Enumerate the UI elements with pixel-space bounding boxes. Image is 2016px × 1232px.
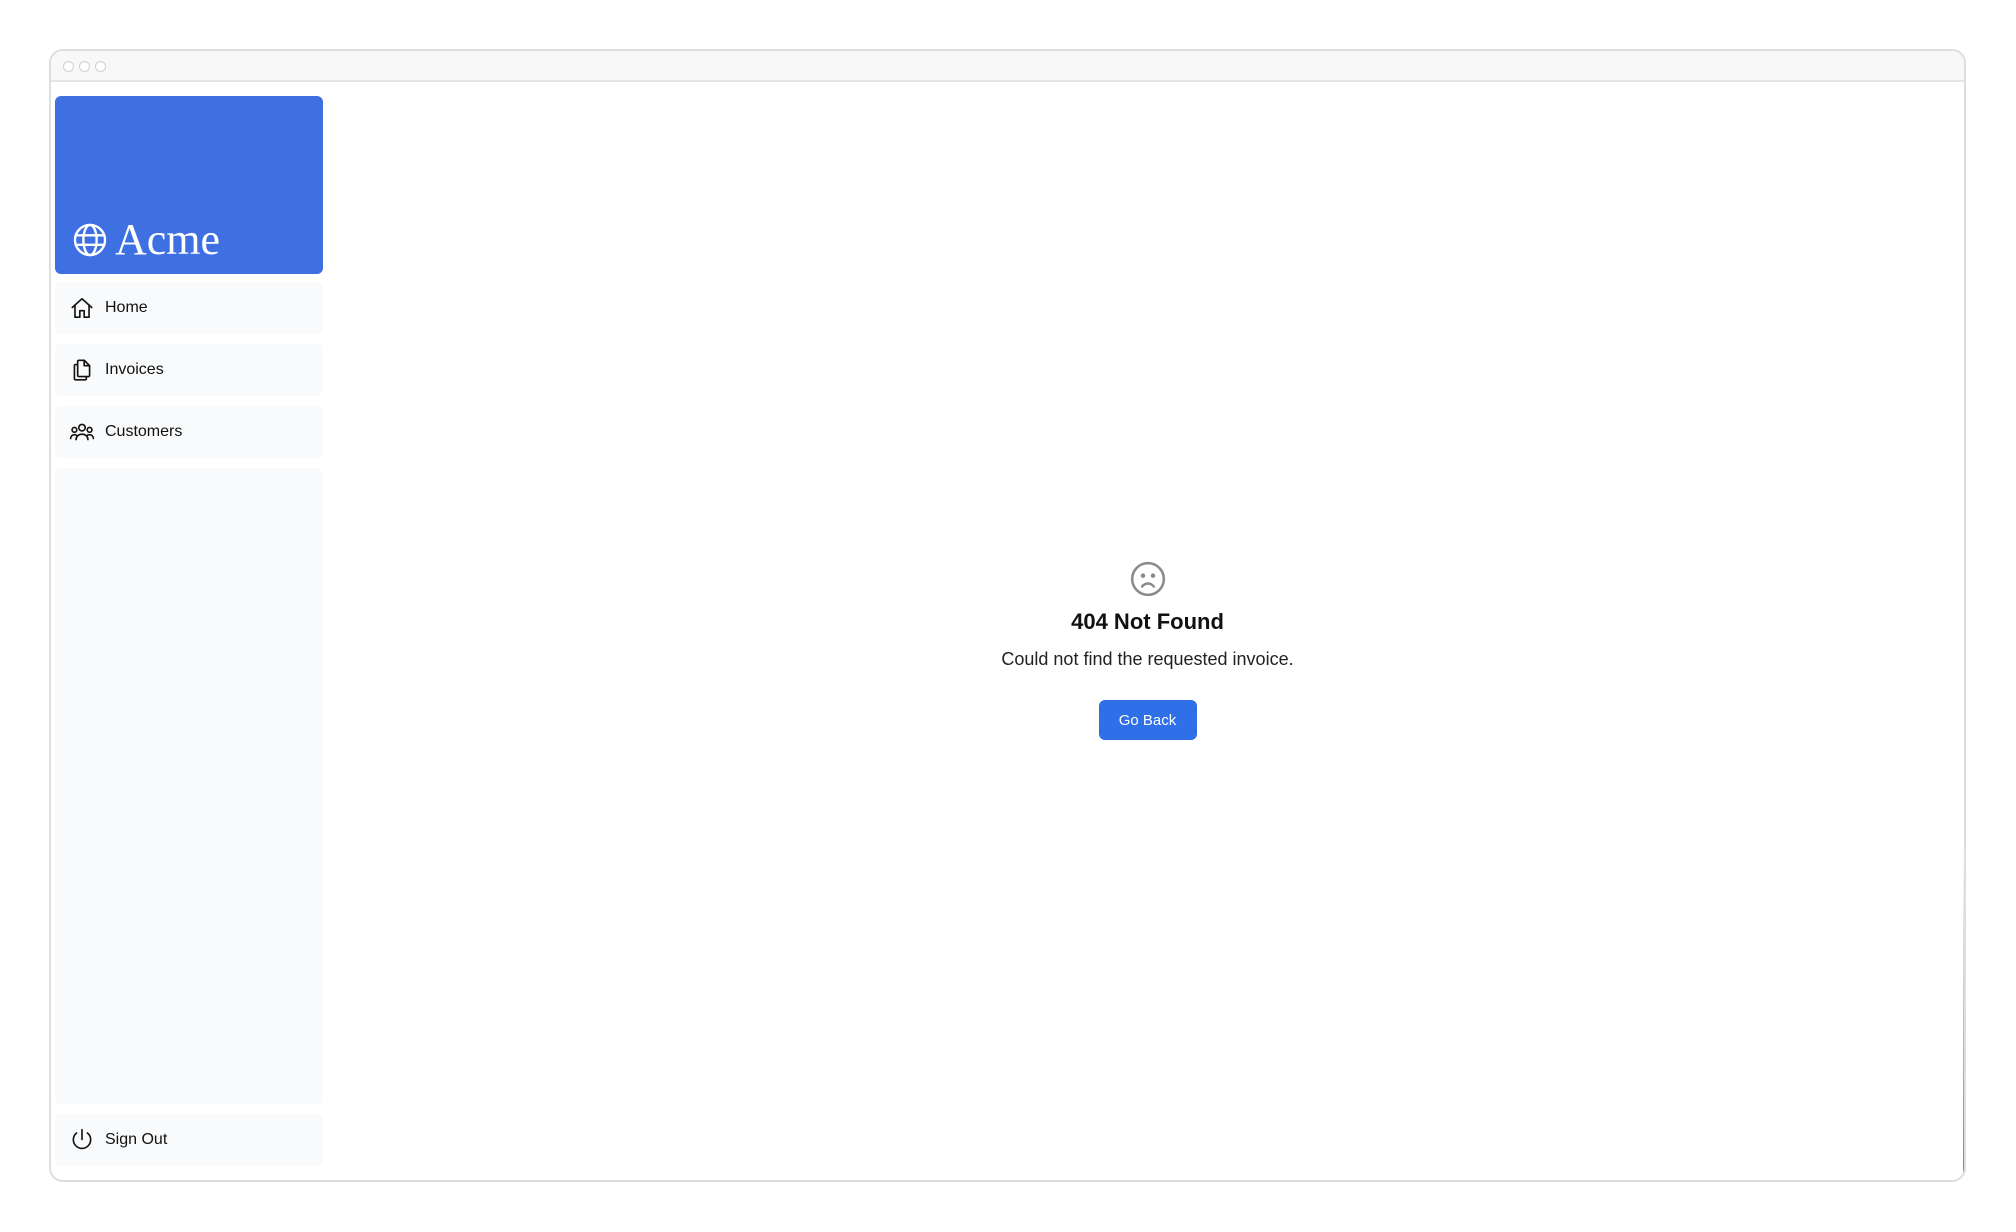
window-edge-highlight xyxy=(1963,851,1964,1180)
go-back-button[interactable]: Go Back xyxy=(1098,700,1197,740)
window-close-dot[interactable] xyxy=(63,61,74,72)
home-icon xyxy=(69,295,95,321)
globe-icon xyxy=(73,223,107,257)
sad-face-icon xyxy=(1130,561,1165,597)
page-title: 404 Not Found xyxy=(1071,609,1224,634)
sign-out-button[interactable]: Sign Out xyxy=(55,1114,323,1166)
browser-window: Acme Home Invoices Customers Sign Out 40… xyxy=(49,49,1966,1182)
sidebar-item-label: Customers xyxy=(105,423,183,440)
window-titlebar xyxy=(51,51,1964,82)
sidebar-item-invoices[interactable]: Invoices xyxy=(55,344,323,396)
sidebar-item-label: Home xyxy=(105,299,148,316)
sidebar-item-customers[interactable]: Customers xyxy=(55,406,323,458)
window-minimize-dot[interactable] xyxy=(79,61,90,72)
users-icon xyxy=(69,419,95,445)
documents-icon xyxy=(69,357,95,383)
sidebar-item-label: Invoices xyxy=(105,361,164,378)
main-content: 404 Not Found Could not find the request… xyxy=(331,82,1964,1180)
brand-name: Acme xyxy=(115,215,221,264)
not-found-panel: 404 Not Found Could not find the request… xyxy=(331,559,1964,740)
sidebar-item-home[interactable]: Home xyxy=(55,282,323,334)
sidebar-spacer xyxy=(55,468,323,1104)
window-maximize-dot[interactable] xyxy=(95,61,106,72)
brand-logo: Acme xyxy=(71,218,220,262)
sign-out-label: Sign Out xyxy=(105,1131,168,1148)
error-message: Could not find the requested invoice. xyxy=(1001,649,1294,669)
brand-logo-block[interactable]: Acme xyxy=(55,96,323,274)
sidebar: Acme Home Invoices Customers Sign Out xyxy=(55,96,323,1168)
power-icon xyxy=(69,1127,95,1153)
